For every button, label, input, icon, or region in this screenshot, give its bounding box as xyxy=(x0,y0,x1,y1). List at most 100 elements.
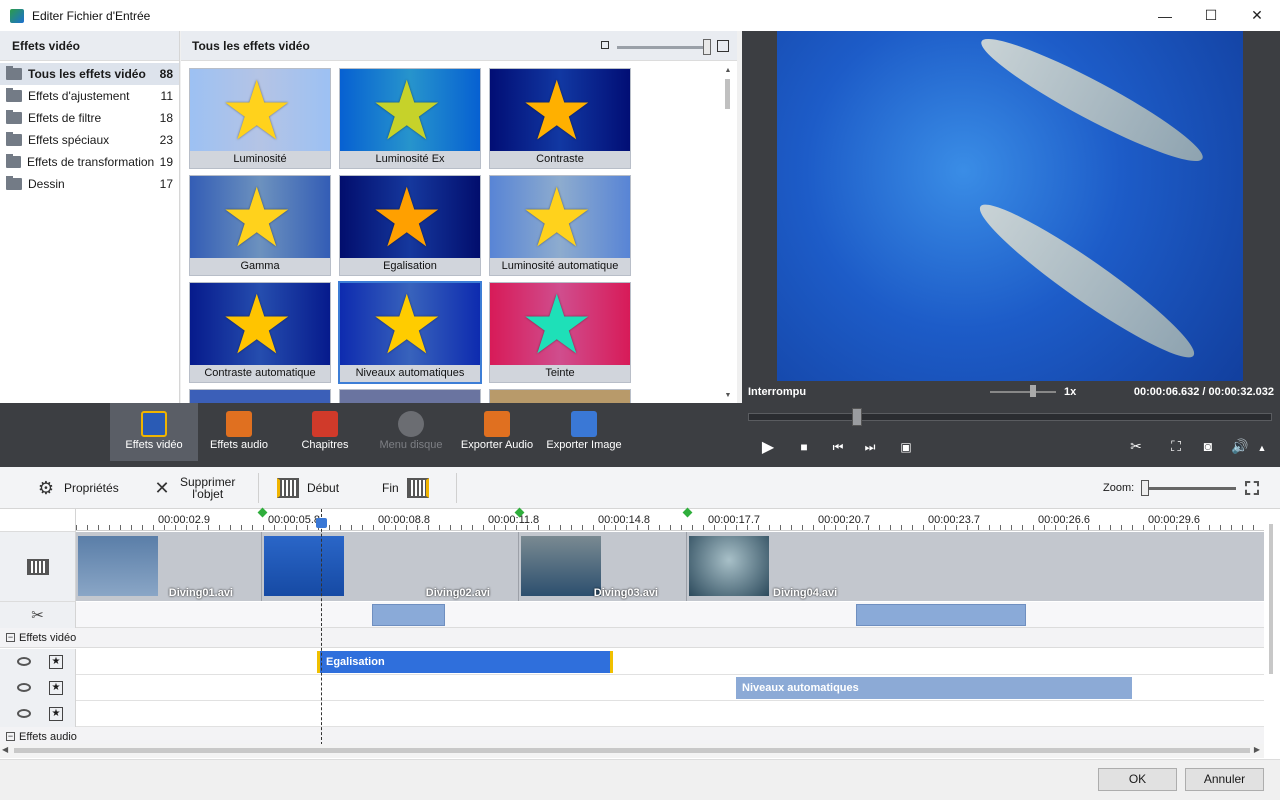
play-icon[interactable]: ▶ xyxy=(758,437,778,457)
category-drawing[interactable]: Dessin 17 xyxy=(0,173,179,195)
title-bar: Editer Fichier d'Entrée — ☐ ✕ xyxy=(0,0,1280,31)
snapshot-icon[interactable]: ◙ xyxy=(1198,438,1218,454)
timeline: 00:00:02.9 00:00:05.8 00:00:08.8 00:00:1… xyxy=(0,507,1280,759)
minimize-button[interactable]: — xyxy=(1142,0,1188,31)
gear-icon: ⚙ xyxy=(37,477,55,498)
scroll-thumb[interactable] xyxy=(725,79,730,109)
cancel-button[interactable]: Annuler xyxy=(1185,768,1264,791)
effect-bar[interactable]: Egalisation xyxy=(317,651,613,673)
set-end-button[interactable]: Fin xyxy=(382,467,429,509)
scroll-thumb[interactable] xyxy=(14,748,1250,753)
effect-tile-teinte[interactable]: ★ Teinte xyxy=(489,282,631,383)
zoom-slider[interactable] xyxy=(1143,487,1236,490)
category-all-effects[interactable]: Tous les effets vidéo 88 xyxy=(0,63,179,85)
ruler-label: 00:00:17.7 xyxy=(708,514,760,526)
category-special[interactable]: Effets spéciaux 23 xyxy=(0,129,179,151)
scroll-down-icon[interactable]: ▼ xyxy=(723,392,733,399)
effect-star-icon[interactable]: ★ xyxy=(49,707,63,721)
volume-menu-icon[interactable]: ▲ xyxy=(1252,443,1272,453)
ok-button[interactable]: OK xyxy=(1098,768,1177,791)
effect-tile-luminosite-ex[interactable]: ★ Luminosité Ex xyxy=(339,68,481,169)
playhead-handle[interactable] xyxy=(316,518,327,528)
mark-segment-icon[interactable]: ▣ xyxy=(896,440,916,454)
tab-export-image[interactable]: Exporter Image xyxy=(542,403,626,461)
properties-button[interactable]: ⚙ Propriétés xyxy=(36,467,119,509)
tab-audio-effects[interactable]: Effets audio xyxy=(198,403,280,461)
speed-slider[interactable] xyxy=(990,391,1056,393)
effect-tile-gamma[interactable]: ★ Gamma xyxy=(189,175,331,276)
maximize-button[interactable]: ☐ xyxy=(1188,0,1234,31)
effect-tile-egalisation[interactable]: ★ Egalisation xyxy=(339,175,481,276)
ruler-label: 00:00:29.6 xyxy=(1148,514,1200,526)
thumbnail-small-icon[interactable] xyxy=(601,41,609,49)
eye-icon[interactable] xyxy=(17,683,31,692)
fullscreen-icon[interactable]: ⛶ xyxy=(1166,438,1186,455)
effect-tile-partial[interactable] xyxy=(339,389,481,403)
video-clip[interactable]: Diving04.avi xyxy=(687,532,1264,601)
chapter-marker[interactable] xyxy=(682,507,693,518)
effect-tile-contraste[interactable]: ★ Contraste xyxy=(489,68,631,169)
cut-icon[interactable]: ✂ xyxy=(1126,438,1146,455)
thumbnail-size-thumb[interactable] xyxy=(703,39,711,55)
tab-chapters[interactable]: Chapitres xyxy=(284,403,366,461)
effect-row-header: ★ xyxy=(0,701,76,727)
fit-to-window-icon[interactable] xyxy=(1245,481,1259,495)
tab-disc-menu[interactable]: Menu disque xyxy=(370,403,452,461)
effect-tile-niveaux-auto[interactable]: ★ Niveaux automatiques xyxy=(338,281,482,384)
zoom-slider-thumb[interactable] xyxy=(1141,480,1149,496)
eye-icon[interactable] xyxy=(17,657,31,666)
ruler-label: 00:00:14.8 xyxy=(598,514,650,526)
seek-thumb[interactable] xyxy=(852,408,863,426)
cut-segment[interactable] xyxy=(856,604,1026,626)
tab-video-effects[interactable]: Effets vidéo xyxy=(110,403,198,461)
effect-bar[interactable]: Niveaux automatiques xyxy=(736,677,1132,699)
clip-thumbnail xyxy=(521,536,601,596)
effect-tile-partial[interactable] xyxy=(489,389,631,403)
seek-bar[interactable] xyxy=(748,408,1272,426)
effect-star-icon[interactable]: ★ xyxy=(49,655,63,669)
scroll-thumb[interactable] xyxy=(1269,524,1273,674)
collapse-icon[interactable]: − xyxy=(6,633,15,642)
effect-thumbnail: ★ xyxy=(490,283,630,365)
category-transform[interactable]: Effets de transformation 19 xyxy=(0,151,179,173)
close-button[interactable]: ✕ xyxy=(1234,0,1280,31)
next-frame-icon[interactable]: ⏭ xyxy=(860,440,880,455)
speed-slider-thumb[interactable] xyxy=(1030,385,1036,397)
category-adjustment[interactable]: Effets d'ajustement 11 xyxy=(0,85,179,107)
effect-tile-contraste-auto[interactable]: ★ Contraste automatique xyxy=(189,282,331,383)
eye-icon[interactable] xyxy=(17,709,31,718)
thumbnail-large-icon[interactable] xyxy=(717,40,729,52)
video-clip[interactable]: Diving01.avi xyxy=(76,532,262,601)
effects-scrollbar[interactable]: ▲ ▼ xyxy=(723,67,733,399)
star-icon: ★ xyxy=(520,69,594,152)
scroll-left-icon[interactable]: ◀ xyxy=(2,745,8,754)
scroll-up-icon[interactable]: ▲ xyxy=(723,67,733,74)
tab-export-audio[interactable]: Exporter Audio xyxy=(456,403,538,461)
time-ruler[interactable]: 00:00:02.9 00:00:05.8 00:00:08.8 00:00:1… xyxy=(76,507,1264,531)
collapse-icon[interactable]: − xyxy=(6,732,15,741)
cut-segment[interactable] xyxy=(372,604,445,626)
video-clip[interactable]: Diving02.avi xyxy=(262,532,519,601)
preview-panel: Interrompu 1x 00:00:06.632 / 00:00:32.03… xyxy=(742,31,1280,461)
category-filter[interactable]: Effets de filtre 18 xyxy=(0,107,179,129)
category-panel-title: Effets vidéo xyxy=(0,31,179,61)
effect-tile-luminosite[interactable]: ★ Luminosité xyxy=(189,68,331,169)
volume-icon[interactable]: 🔊 xyxy=(1230,438,1250,455)
video-effects-group[interactable]: − Effets vidéo xyxy=(0,628,1264,648)
timeline-horizontal-scrollbar[interactable]: ◀ ▶ xyxy=(0,744,1264,758)
effect-thumbnail: ★ xyxy=(490,176,630,258)
star-icon: ★ xyxy=(370,69,444,152)
delete-object-button[interactable]: ✕ Supprimer l'objet xyxy=(152,467,235,509)
set-start-button[interactable]: Début xyxy=(277,467,339,509)
chapter-marker[interactable] xyxy=(257,507,268,518)
effect-tile-partial[interactable] xyxy=(189,389,331,403)
previous-frame-icon[interactable]: ⏮ xyxy=(828,440,848,455)
video-clip[interactable]: Diving03.avi xyxy=(519,532,687,601)
chapters-icon xyxy=(312,411,338,437)
timeline-vertical-scrollbar[interactable] xyxy=(1266,520,1276,760)
effect-star-icon[interactable]: ★ xyxy=(49,681,63,695)
stop-icon[interactable]: ■ xyxy=(794,440,814,454)
effect-tile-luminosite-auto[interactable]: ★ Luminosité automatique xyxy=(489,175,631,276)
scroll-right-icon[interactable]: ▶ xyxy=(1254,745,1260,754)
thumbnail-size-slider[interactable] xyxy=(617,46,709,49)
